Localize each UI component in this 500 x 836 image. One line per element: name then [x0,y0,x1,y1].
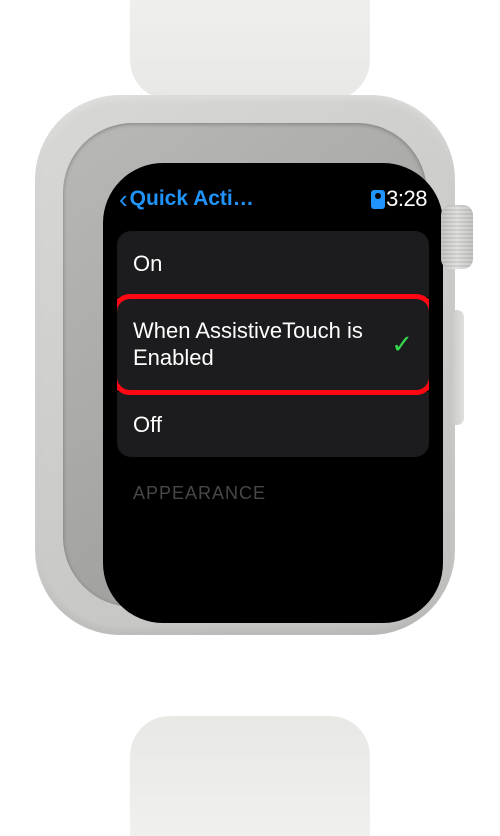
option-off[interactable]: Off [117,392,429,458]
checkmark-icon: ✓ [391,329,413,360]
option-label: Off [133,411,413,439]
status-right: 3:28 [371,186,427,212]
boarding-pass-icon [371,190,385,209]
chevron-left-icon: ‹ [119,184,128,215]
option-label: On [133,250,413,278]
options-list: On When Assistive­Touch is Enabled ✓ Off [117,231,429,457]
status-bar: ‹ Quick Acti… 3:28 [117,183,429,215]
option-label: When Assistive­Touch is Enabled [133,317,383,372]
section-header-appearance: APPEARANCE [117,457,429,504]
watch-screen: ‹ Quick Acti… 3:28 On When Assistive­Tou… [103,163,443,623]
side-button[interactable] [450,310,464,425]
watch-band-bottom [130,716,370,836]
watch-case: ‹ Quick Acti… 3:28 On When Assistive­Tou… [35,95,455,635]
back-label: Quick Acti… [130,187,254,211]
option-on[interactable]: On [117,231,429,297]
watch-bezel: ‹ Quick Acti… 3:28 On When Assistive­Tou… [63,123,427,607]
digital-crown[interactable] [441,205,473,269]
status-time: 3:28 [386,186,427,212]
back-button[interactable]: ‹ Quick Acti… [119,184,254,215]
watch-band-top [130,0,370,100]
option-when-assistivetouch[interactable]: When Assistive­Touch is Enabled ✓ [117,298,429,391]
